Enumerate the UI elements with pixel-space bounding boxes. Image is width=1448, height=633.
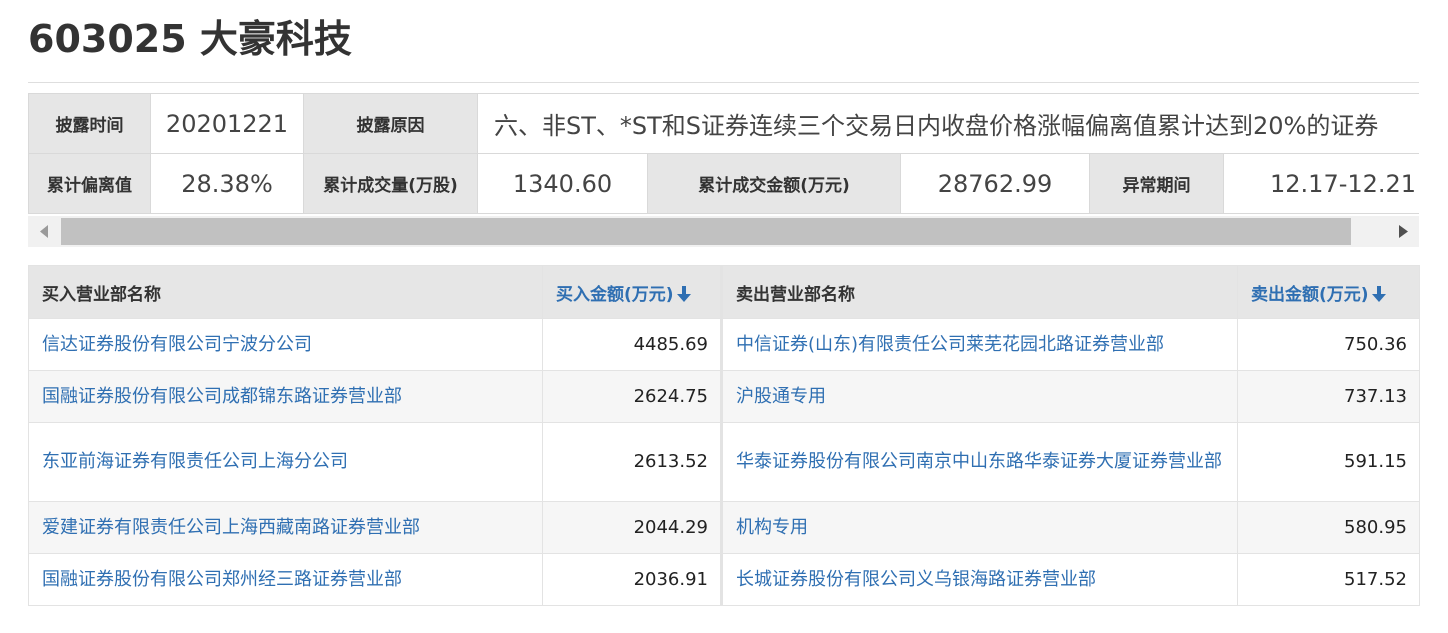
sell-department-link[interactable]: 沪股通专用: [721, 370, 1238, 423]
buy-department-link[interactable]: 爱建证券有限责任公司上海西藏南路证券营业部: [28, 501, 543, 554]
disclosure-reason-value: 六、非ST、*ST和S证券连续三个交易日内收盘价格涨幅偏离值累计达到20%的证券: [476, 93, 1419, 154]
horizontal-scrollbar[interactable]: [28, 216, 1419, 247]
buy-department-link[interactable]: 国融证券股份有限公司郑州经三路证券营业部: [28, 553, 543, 606]
sell-amount-cell: 737.13: [1237, 370, 1420, 423]
buy-amount-cell: 2036.91: [542, 553, 723, 606]
sell-amount-cell: 750.36: [1237, 318, 1420, 371]
sell-amount-sort-header[interactable]: 卖出金额(万元): [1237, 265, 1420, 319]
abnormal-period-label: 异常期间: [1089, 153, 1224, 214]
sell-department-link[interactable]: 华泰证券股份有限公司南京中山东路华泰证券大厦证券营业部: [721, 422, 1238, 502]
disclosure-info-table: 披露时间 20201221 披露原因 六、非ST、*ST和S证券连续三个交易日内…: [28, 93, 1419, 214]
table-row: 国融证券股份有限公司成都锦东路证券营业部 2624.75 沪股通专用 737.1…: [28, 370, 1420, 423]
cumulative-deviation-label: 累计偏离值: [28, 153, 151, 214]
disclosure-time-label: 披露时间: [28, 93, 151, 154]
sell-amount-cell: 591.15: [1237, 422, 1420, 502]
sort-down-arrow-icon: [676, 285, 691, 302]
scroll-left-arrow-icon[interactable]: [28, 216, 60, 247]
sell-department-link[interactable]: 机构专用: [721, 501, 1238, 554]
table-row: 国融证券股份有限公司郑州经三路证券营业部 2036.91 长城证券股份有限公司义…: [28, 553, 1420, 606]
table-row: 爱建证券有限责任公司上海西藏南路证券营业部 2044.29 机构专用 580.9…: [28, 501, 1420, 554]
buy-name-header: 买入营业部名称: [28, 265, 543, 319]
buy-department-link[interactable]: 国融证券股份有限公司成都锦东路证券营业部: [28, 370, 543, 423]
title-divider: [28, 82, 1419, 83]
buy-amount-cell: 4485.69: [542, 318, 723, 371]
sell-department-link[interactable]: 长城证券股份有限公司义乌银海路证券营业部: [721, 553, 1238, 606]
trading-departments-table: 买入营业部名称 买入金额(万元) 卖出营业部名称 卖出金额(万元) 信达证券股份…: [28, 265, 1420, 606]
table-row: 东亚前海证券有限责任公司上海分公司 2613.52 华泰证券股份有限公司南京中山…: [28, 422, 1420, 502]
scroll-right-arrow-icon[interactable]: [1387, 216, 1419, 247]
page-title: 603025 大豪科技: [28, 17, 352, 61]
sell-amount-cell: 517.52: [1237, 553, 1420, 606]
buy-amount-cell: 2613.52: [542, 422, 723, 502]
sell-name-header: 卖出营业部名称: [721, 265, 1238, 319]
sell-amount-cell: 580.95: [1237, 501, 1420, 554]
cumulative-amount-label: 累计成交金额(万元): [647, 153, 901, 214]
cumulative-volume-label: 累计成交量(万股): [303, 153, 478, 214]
sort-down-arrow-icon: [1371, 285, 1386, 302]
cumulative-amount-value: 28762.99: [900, 153, 1090, 214]
buy-amount-cell: 2044.29: [542, 501, 723, 554]
table-row: 信达证券股份有限公司宁波分公司 4485.69 中信证券(山东)有限责任公司莱芜…: [28, 318, 1420, 371]
cumulative-volume-value: 1340.60: [477, 153, 648, 214]
buy-department-link[interactable]: 东亚前海证券有限责任公司上海分公司: [28, 422, 543, 502]
buy-amount-cell: 2624.75: [542, 370, 723, 423]
sell-department-link[interactable]: 中信证券(山东)有限责任公司莱芜花园北路证券营业部: [721, 318, 1238, 371]
scrollbar-thumb[interactable]: [61, 218, 1351, 245]
buy-department-link[interactable]: 信达证券股份有限公司宁波分公司: [28, 318, 543, 371]
abnormal-period-value: 12.17-12.21: [1222, 153, 1419, 214]
disclosure-time-value: 20201221: [150, 93, 304, 154]
disclosure-reason-label: 披露原因: [303, 93, 478, 154]
cumulative-deviation-value: 28.38%: [150, 153, 304, 214]
buy-amount-sort-header[interactable]: 买入金额(万元): [542, 265, 723, 319]
